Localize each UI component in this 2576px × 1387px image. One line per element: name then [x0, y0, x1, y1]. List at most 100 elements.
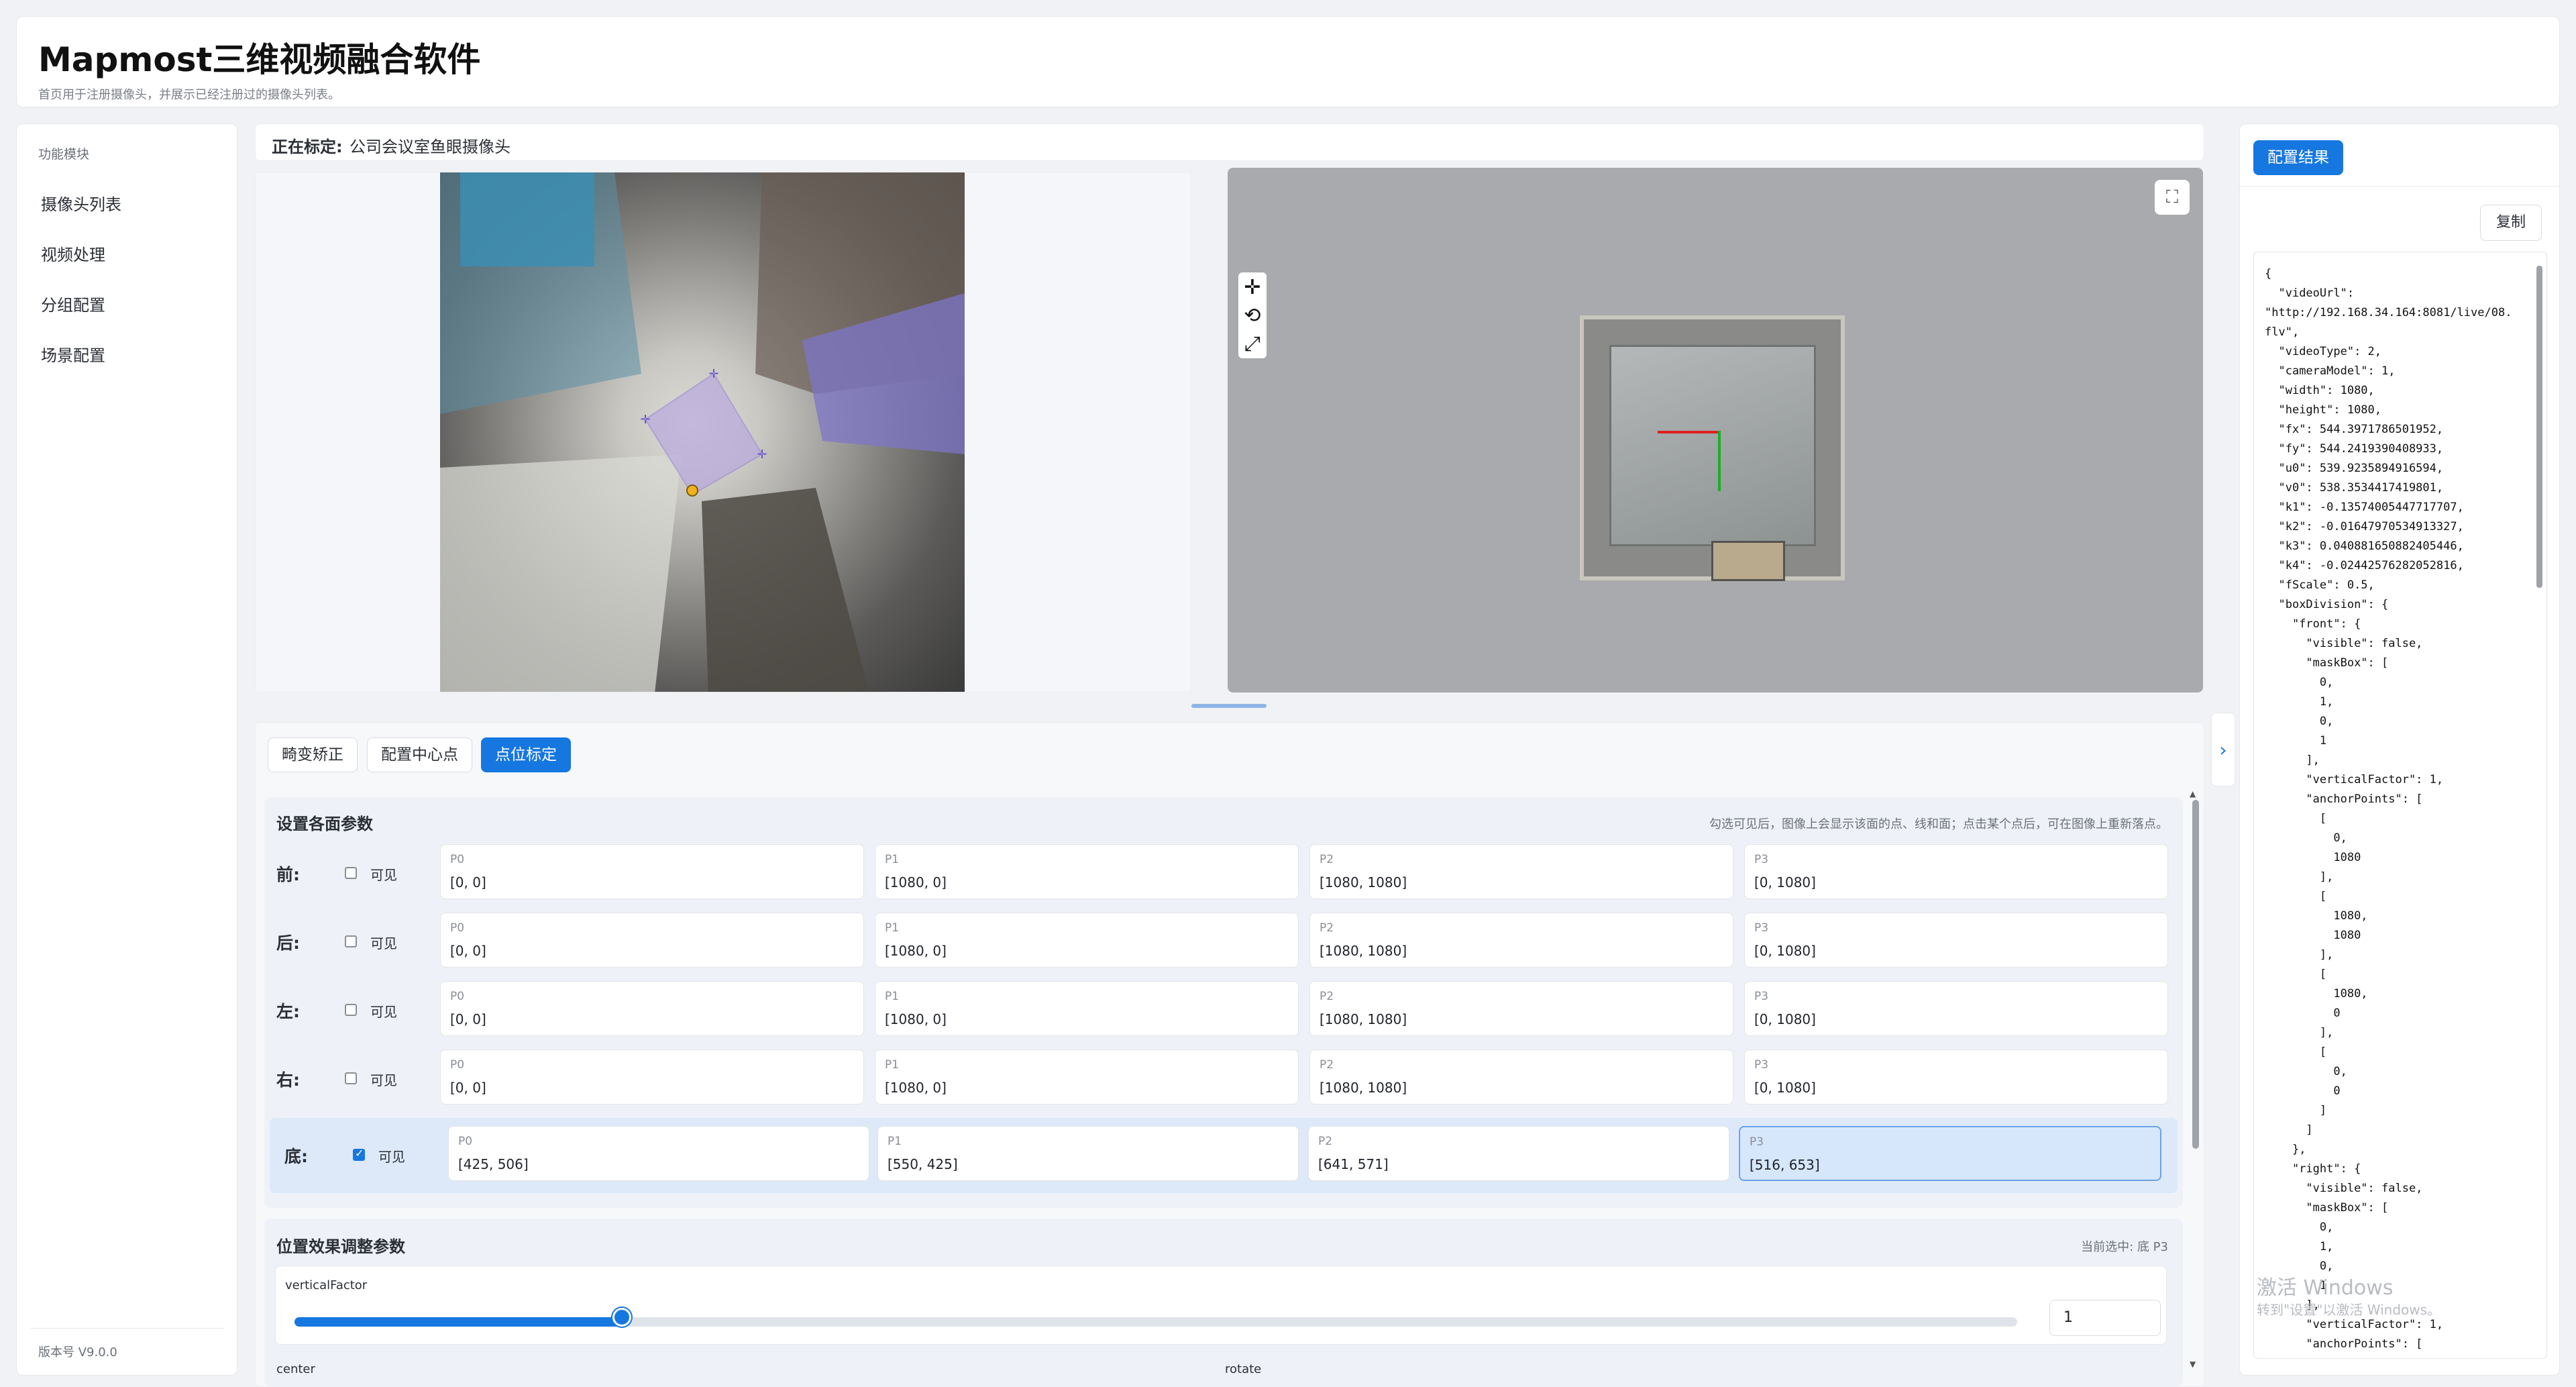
vertical-factor-input[interactable]: 1 [2049, 1300, 2161, 1336]
face-label-back: 后: [276, 933, 300, 953]
point-field-back-p1[interactable]: P1 [1080, 0] [875, 913, 1299, 968]
visible-checkbox-bottom[interactable] [353, 1147, 365, 1161]
face-params-hint: 勾选可见后，图像上会显示该面的点、线和面；点击某个点后，可在图像上重新落点。 [1709, 817, 2168, 831]
point-name: P3 [1754, 1058, 1769, 1072]
scene-3d-view[interactable]: ✛ ⟲ ⤢ ⛶ [1228, 168, 2203, 692]
scale-icon[interactable]: ⤢ [1238, 330, 1267, 357]
app-title: Mapmost三维视频融合软件 [38, 40, 481, 79]
point-field-back-p2[interactable]: P2 [1080, 1080] [1309, 913, 1733, 968]
scroll-up-icon[interactable]: ▲ [2190, 789, 2196, 799]
point-field-front-p3[interactable]: P3 [0, 1080] [1744, 844, 2168, 899]
point-name: P2 [1320, 853, 1334, 866]
point-value: [0, 0] [450, 874, 486, 890]
json-scrollbar[interactable] [2536, 266, 2542, 588]
rotate-icon[interactable]: ⟲ [1238, 302, 1267, 329]
point-field-front-p2[interactable]: P2 [1080, 1080] [1309, 844, 1733, 899]
config-json-viewer[interactable]: { "videoUrl": "http://192.168.34.164:808… [2253, 252, 2547, 1359]
point-field-right-p0[interactable]: P0 [0, 0] [440, 1049, 864, 1105]
point-name: P0 [450, 921, 465, 935]
fullscreen-icon[interactable]: ⛶ [2155, 180, 2190, 215]
sidebar: 功能模块 摄像头列表 视频处理 分组配置 场景配置 版本号 V9.0.0 [16, 123, 237, 1376]
visible-checkbox-front[interactable] [345, 867, 357, 879]
point-value: [0, 1080] [1754, 1011, 1816, 1027]
visible-label: 可见 [370, 867, 397, 883]
point-value: [1080, 0] [885, 943, 947, 959]
point-value: [0, 1080] [1754, 874, 1816, 890]
point-field-bottom-p0[interactable]: P0 [425, 506] [448, 1126, 869, 1181]
calibration-bar: 正在标定: 公司会议室鱼眼摄像头 [255, 123, 2204, 161]
visible-label: 可见 [370, 1004, 397, 1020]
slider-thumb[interactable] [612, 1308, 631, 1327]
app-header: Mapmost三维视频融合软件 首页用于注册摄像头，并展示已经注册过的摄像头列表… [16, 16, 2560, 107]
windows-activation-subtitle: 转到"设置"以激活 Windows。 [2257, 1302, 2441, 1318]
face-label-left: 左: [276, 1002, 300, 1021]
point-name: P3 [1754, 921, 1769, 935]
face-label-front: 前: [276, 865, 300, 884]
point-field-left-p0[interactable]: P0 [0, 0] [440, 981, 864, 1036]
point-value: [1080, 0] [885, 874, 947, 890]
svg-text:✛: ✛ [757, 448, 767, 462]
point-field-front-p0[interactable]: P0 [0, 0] [440, 844, 864, 899]
scroll-down-icon[interactable]: ▼ [2190, 1359, 2196, 1369]
point-value: [1080, 1080] [1320, 874, 1407, 890]
room-model[interactable] [1580, 315, 1845, 581]
current-selection-label: 当前选中: 底 P3 [2081, 1240, 2168, 1254]
point-name: P2 [1320, 1058, 1334, 1072]
point-value: [1080, 1080] [1320, 943, 1407, 959]
result-divider [2240, 186, 2559, 187]
y-axis-gizmo[interactable] [1718, 431, 1721, 491]
vertical-factor-slider[interactable] [294, 1317, 2017, 1327]
point-field-right-p3[interactable]: P3 [0, 1080] [1744, 1049, 2168, 1105]
point-field-bottom-p3-selected[interactable]: P3 [516, 653] [1739, 1126, 2161, 1181]
main-scrollbar[interactable] [2192, 800, 2199, 1149]
transform-toolbox: ✛ ⟲ ⤢ [1238, 272, 1267, 358]
face-label-bottom: 底: [284, 1147, 308, 1166]
point-field-left-p3[interactable]: P3 [0, 1080] [1744, 981, 2168, 1036]
point-field-back-p3[interactable]: P3 [0, 1080] [1744, 913, 2168, 968]
tab-point-calibration[interactable]: 点位标定 [481, 737, 571, 772]
visible-checkbox-back[interactable] [345, 935, 357, 947]
svg-text:✛: ✛ [640, 413, 650, 427]
result-panel: 配置结果 复制 { "videoUrl": "http://192.168.34… [2239, 123, 2560, 1376]
vertical-factor-control: verticalFactor 1 [275, 1266, 2167, 1345]
room-door [1711, 541, 1785, 581]
point-value: [425, 506] [458, 1156, 529, 1172]
point-name: P1 [885, 990, 900, 1003]
point-field-bottom-p1[interactable]: P1 [550, 425] [877, 1126, 1299, 1181]
point-name: P3 [1754, 853, 1769, 866]
visible-checkbox-right[interactable] [345, 1072, 357, 1084]
face-params-title: 设置各面参数 [276, 815, 373, 833]
chevron-right-icon[interactable]: › [2211, 713, 2235, 786]
visible-checkbox-left[interactable] [345, 1004, 357, 1016]
config-json-text: { "videoUrl": "http://192.168.34.164:808… [2265, 267, 2512, 1351]
point-field-right-p1[interactable]: P1 [1080, 0] [875, 1049, 1299, 1105]
sidebar-item-group-config[interactable]: 分组配置 [41, 292, 105, 315]
move-icon[interactable]: ✛ [1238, 274, 1267, 301]
point-value: [0, 0] [450, 943, 486, 959]
sidebar-item-scene-config[interactable]: 场景配置 [41, 342, 105, 366]
point-field-right-p2[interactable]: P2 [1080, 1080] [1309, 1049, 1733, 1105]
x-axis-gizmo[interactable] [1658, 431, 1719, 433]
tab-config-result[interactable]: 配置结果 [2253, 140, 2343, 175]
point-name: P3 [1750, 1135, 1764, 1149]
point-field-left-p2[interactable]: P2 [1080, 1080] [1309, 981, 1733, 1036]
tab-center-point[interactable]: 配置中心点 [367, 737, 472, 772]
fisheye-view-panel: ✛ ✛ ✛ [255, 172, 1191, 692]
slider-fill [294, 1317, 622, 1327]
sidebar-divider [30, 1328, 223, 1329]
fisheye-image[interactable]: ✛ ✛ ✛ [440, 172, 965, 692]
point-name: P2 [1320, 921, 1334, 935]
point-field-left-p1[interactable]: P1 [1080, 0] [875, 981, 1299, 1036]
tab-distortion-correction[interactable]: 畸变矫正 [268, 737, 358, 772]
visible-label: 可见 [370, 1072, 397, 1088]
point-field-back-p0[interactable]: P0 [0, 0] [440, 913, 864, 968]
calibration-camera-name: 公司会议室鱼眼摄像头 [350, 138, 511, 156]
copy-button[interactable]: 复制 [2480, 205, 2542, 241]
sidebar-item-video-processing[interactable]: 视频处理 [41, 242, 105, 265]
sidebar-item-camera-list[interactable]: 摄像头列表 [41, 191, 121, 215]
point-field-front-p1[interactable]: P1 [1080, 0] [875, 844, 1299, 899]
position-params-title: 位置效果调整参数 [276, 1237, 405, 1256]
panel-resize-handle[interactable] [1191, 704, 1267, 708]
position-params-card: 位置效果调整参数 当前选中: 底 P3 verticalFactor 1 cen… [264, 1219, 2183, 1387]
point-field-bottom-p2[interactable]: P2 [641, 571] [1308, 1126, 1729, 1181]
